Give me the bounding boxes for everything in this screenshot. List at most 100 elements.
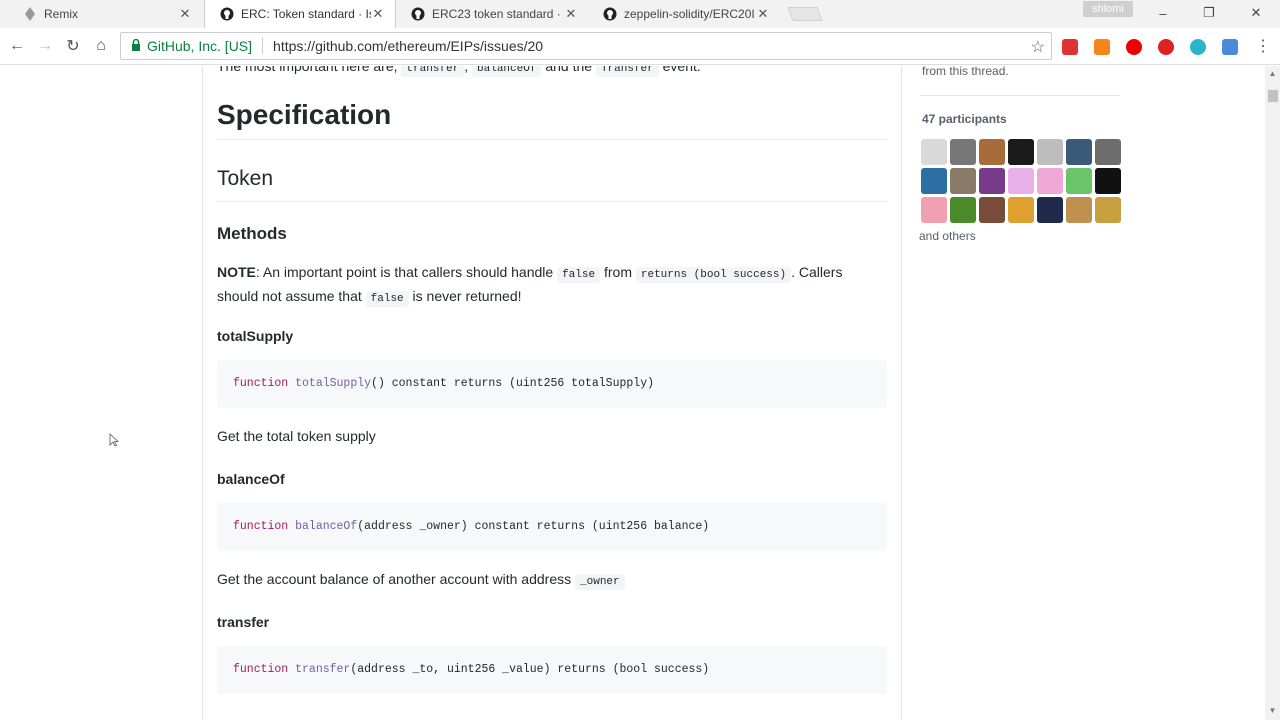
method-heading-transfer: transfer [217,614,270,630]
extension-metamask-icon[interactable] [1094,39,1110,55]
participant-avatar[interactable] [950,168,976,194]
close-tab-icon[interactable]: ✕ [564,6,578,22]
participant-avatar[interactable] [1037,168,1063,194]
intro-text: The most important here are, transfer, b… [217,66,701,77]
code-signature: (address _to, uint256 _value) returns (b… [350,663,710,676]
code-keyword: function [233,663,289,676]
github-icon [602,6,618,22]
specification-heading: Specification [217,99,887,140]
new-tab-button[interactable] [787,7,823,21]
code-signature: (address _owner) constant returns (uint2… [357,520,710,533]
participant-avatar[interactable] [1037,139,1063,165]
extension-adblock-icon[interactable] [1158,39,1174,55]
minimize-icon[interactable]: – [1153,4,1173,22]
code-function-name: totalSupply [295,377,372,390]
extension-badge-icon[interactable] [1222,39,1238,55]
extension-bookmark-icon[interactable] [1062,39,1078,55]
tab-title: zeppelin-solidity/ERC20I [624,7,755,21]
home-icon[interactable]: ⌂ [92,37,110,55]
bookmark-star-icon[interactable]: ☆ [1031,37,1045,57]
note-paragraph: NOTE: An important point is that callers… [217,264,843,307]
back-icon[interactable]: ← [8,37,26,55]
mouse-cursor-icon [109,433,119,447]
tab-title: ERC: Token standard · Iss [241,7,371,21]
participant-avatar[interactable] [1095,139,1121,165]
address-bar[interactable]: GitHub, Inc. [US] https://github.com/eth… [120,32,1052,60]
tab-erc23[interactable]: ERC23 token standard · I ✕ [396,0,588,28]
code-signature: () constant returns (uint256 totalSupply… [371,377,654,390]
tab-title: Remix [44,7,79,21]
participant-avatar[interactable] [1095,197,1121,223]
method-description: Get the total token supply [217,428,376,444]
participant-avatar[interactable] [921,168,947,194]
methods-heading: Methods [217,224,287,243]
code-keyword: function [233,520,289,533]
participant-avatar[interactable] [1008,197,1034,223]
forward-icon[interactable]: → [36,37,54,55]
participant-avatar[interactable] [1008,139,1034,165]
participant-avatar[interactable] [1066,168,1092,194]
tab-remix[interactable]: Remix ✕ [8,0,202,28]
scroll-thumb[interactable] [1268,90,1278,102]
tab-erc-token-standard[interactable]: ERC: Token standard · Iss ✕ [204,0,396,28]
method-heading-totalsupply: totalSupply [217,328,294,344]
participants-count: 47 participants [922,112,1007,126]
participant-avatar[interactable] [950,197,976,223]
participant-avatar[interactable] [979,139,1005,165]
code-block-balanceof: function balanceOf(address _owner) const… [217,503,887,551]
remix-icon [22,6,38,22]
participant-avatar[interactable] [1066,197,1092,223]
notification-reason: from this thread. [922,66,1009,78]
tab-title: ERC23 token standard · I [432,7,564,21]
site-identity: GitHub, Inc. [US] [147,38,253,54]
reload-icon[interactable]: ↻ [64,37,82,55]
inline-code: false [365,291,409,307]
participant-avatar[interactable] [1095,168,1121,194]
inline-code: _owner [575,574,625,590]
address-divider [262,38,264,54]
inline-code: Transfer [595,66,659,77]
url-text: https://github.com/ethereum/EIPs/issues/… [273,38,544,54]
inline-code: balanceOf [472,66,542,77]
inline-code: transfer [401,66,465,77]
close-tab-icon[interactable]: ✕ [178,6,192,22]
menu-kebab-icon[interactable]: ⋮ [1254,37,1272,55]
scroll-up-arrow-icon[interactable]: ▲ [1268,69,1277,78]
participant-avatar[interactable] [1008,168,1034,194]
lock-icon [131,38,141,54]
close-tab-icon[interactable]: ✕ [756,6,770,22]
participant-avatars [921,139,1131,223]
method-heading-balanceof: balanceOf [217,471,285,487]
sidebar-divider [920,95,1120,96]
extension-circle-icon[interactable] [1190,39,1206,55]
tab-zeppelin[interactable]: zeppelin-solidity/ERC20I ✕ [588,0,780,28]
code-function-name: balanceOf [295,520,358,533]
inline-code: false [557,267,601,283]
participant-avatar[interactable] [1037,197,1063,223]
github-icon [219,6,235,22]
code-keyword: function [233,377,289,390]
participant-avatar[interactable] [950,139,976,165]
browser-toolbar: ← → ↻ ⌂ GitHub, Inc. [US] https://github… [0,28,1280,65]
participant-avatar[interactable] [1066,139,1092,165]
tab-strip: Remix ✕ ERC: Token standard · Iss ✕ ERC2… [0,0,1280,28]
page-scrollbar[interactable]: ▲ ▼ [1265,66,1280,720]
participant-avatar[interactable] [979,197,1005,223]
participant-avatar[interactable] [979,168,1005,194]
code-block-transfer: function transfer(address _to, uint256 _… [217,646,887,694]
code-block-totalsupply: function totalSupply() constant returns … [217,360,887,408]
participant-avatar[interactable] [921,139,947,165]
and-others-text: and others [919,229,976,243]
method-description: Get the account balance of another accou… [217,571,625,590]
participant-avatar[interactable] [921,197,947,223]
inline-code: returns (bool success) [635,267,792,283]
scroll-down-arrow-icon[interactable]: ▼ [1268,706,1277,715]
profile-badge[interactable]: shlomi [1083,1,1133,17]
extension-opera-icon[interactable] [1126,39,1142,55]
restore-icon[interactable]: ❐ [1199,4,1219,22]
token-heading: Token [217,167,887,202]
close-tab-icon[interactable]: ✕ [371,6,385,22]
close-window-icon[interactable]: ✕ [1246,4,1266,22]
code-function-name: transfer [295,663,351,676]
github-issue-page: The most important here are, transfer, b… [0,66,1265,720]
